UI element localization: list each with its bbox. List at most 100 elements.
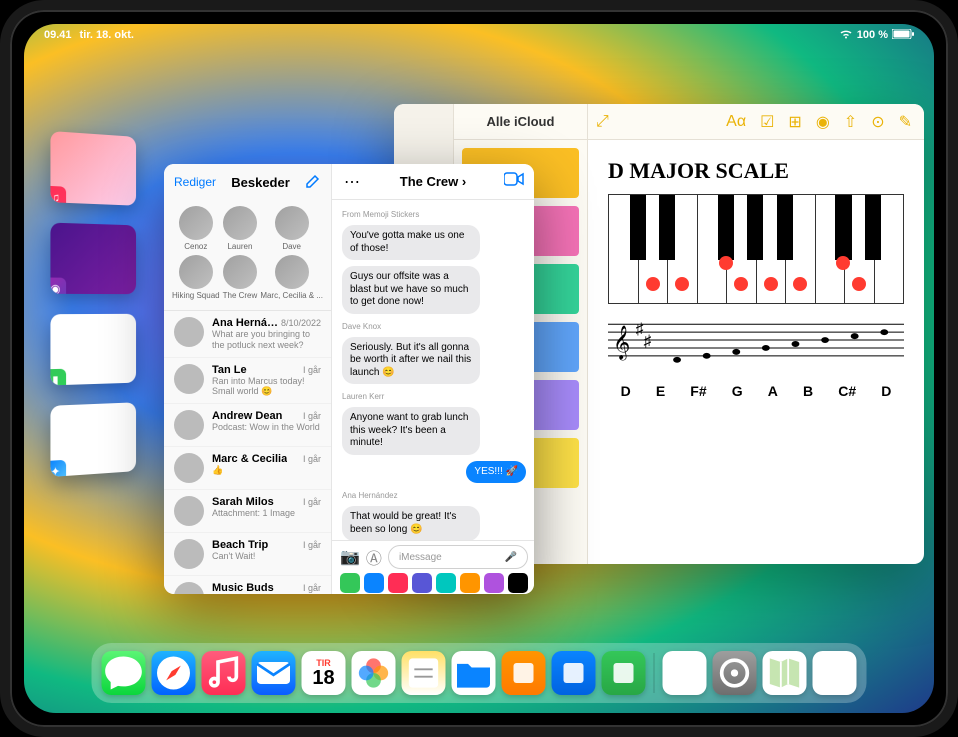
pinned-conversation[interactable]: The Crew [222,255,259,300]
pinned-conversation[interactable]: Lauren [222,206,259,251]
mic-icon[interactable]: 🎤 [505,552,517,563]
strip-app-5[interactable] [436,573,456,593]
compose-icon[interactable]: ✎ [899,112,912,132]
conversation-time: I går [303,365,321,375]
avatar [275,206,309,240]
edit-button[interactable]: Rediger [174,175,216,189]
dock-app-numbers[interactable] [602,651,646,695]
conversation-item[interactable]: Music BudsI går What concert are we goin… [164,576,331,594]
avatar [174,539,204,569]
table-icon[interactable]: ⊞ [788,112,801,132]
messages-thread: ⋯ The Crew › From Memoji Stickers You've … [332,164,534,594]
checklist-icon[interactable]: ☑ [760,112,774,132]
dock-app-beskeder[interactable] [102,651,146,695]
avatar [179,206,213,240]
music-icon: ♫ [50,186,66,206]
messages-sidebar: Rediger Beskeder CenozLaurenDaveHiking S… [164,164,332,594]
strip-app-1[interactable] [340,573,360,593]
svg-text:♯: ♯ [644,333,652,350]
music-staff: 𝄞 ♯ ♯ DEF#GABC#D [608,314,904,399]
dock-app-musik[interactable] [202,651,246,695]
dock-app-kalender[interactable]: TIR18 [302,651,346,695]
facetime-button[interactable] [504,172,524,191]
thread-dots-icon[interactable]: ⋯ [344,172,362,192]
conversation-time: I går [303,454,321,464]
conversation-preview: Ran into Marcus today! Small world 😊 [212,376,321,398]
camera-icon[interactable]: 📷 [340,547,360,567]
podcasts-icon: ◉ [50,277,66,294]
avatar [179,255,213,289]
dock: TIR18 [92,643,867,703]
dock-app-fotos[interactable] [352,651,396,695]
stage-strip-music[interactable]: ♫ [50,131,136,206]
strip-app-3[interactable] [388,573,408,593]
avatar [174,453,204,483]
strip-app-6[interactable] [460,573,480,593]
conversation-item[interactable]: Beach TripI går Can't Wait! [164,533,331,576]
message-bubble-sent[interactable]: YES!!! 🚀 [466,461,526,484]
thread-title[interactable]: The Crew › [400,174,466,189]
battery-text: 100 % [857,29,888,41]
compose-button[interactable] [305,173,321,192]
more-icon[interactable]: ⊙ [871,112,884,132]
pinned-conversation[interactable]: Dave [260,206,323,251]
camera-icon[interactable]: ◉ [816,112,830,132]
app-store-icon[interactable]: Ⓐ [366,545,382,569]
stage-strip-numbers[interactable]: ▮ [50,314,136,386]
dock-app-arkiver[interactable] [452,651,496,695]
format-icon[interactable]: Aα [726,113,746,131]
imessage-app-strip [340,573,528,593]
avatar [174,582,204,594]
message-bubble-received[interactable]: You've gotta make us one of those! [342,225,480,260]
scale-note-label: E [656,383,665,399]
conversation-preview: Attachment: 1 Image [212,508,321,519]
share-icon[interactable]: ⇧ [844,112,857,132]
strip-app-2[interactable] [364,573,384,593]
pinned-name: The Crew [222,291,259,300]
pinned-conversation[interactable]: Hiking Squad [172,255,220,300]
conversation-item[interactable]: Sarah MilosI går Attachment: 1 Image [164,490,331,533]
wifi-icon [839,29,853,42]
stage-strip-safari[interactable]: ✦ [50,402,136,477]
note-content[interactable]: ⤢ Aα ☑ ⊞ ◉ ⇧ ⊙ ✎ D MAJOR SCALE [588,104,924,564]
conversation-item[interactable]: Tan LeI går Ran into Marcus today! Small… [164,358,331,405]
conversation-name: Marc & Cecilia [212,453,287,465]
conversation-time: 8/10/2022 [281,318,321,328]
dock-app-påmindelser[interactable] [663,651,707,695]
pinned-conversation[interactable]: Marc, Cecilia & ... [260,255,323,300]
conversation-item[interactable]: Andrew DeanI går Podcast: Wow in the Wor… [164,404,331,447]
pinned-conversation[interactable]: Cenoz [172,206,220,251]
messages-window[interactable]: Rediger Beskeder CenozLaurenDaveHiking S… [164,164,534,594]
conversation-time: I går [303,583,321,593]
dock-app-noter[interactable] [402,651,446,695]
dock-app-keynote[interactable] [552,651,596,695]
message-bubble-received[interactable]: Anyone want to grab lunch this week? It'… [342,407,480,455]
notes-list-title: Alle iCloud [454,104,587,140]
expand-icon[interactable]: ⤢ [596,113,609,131]
message-sender: From Memoji Stickers [342,210,526,219]
notes-toolbar: ⤢ Aα ☑ ⊞ ◉ ⇧ ⊙ ✎ [588,104,924,140]
dock-app-freeform[interactable] [813,651,857,695]
pinned-name: Marc, Cecilia & ... [260,291,323,300]
message-bubble-received[interactable]: That would be great! It's been so long 😊 [342,506,480,540]
message-input[interactable]: iMessage 🎤 [388,545,528,569]
scale-note-label: A [768,383,778,399]
avatar [174,317,204,347]
dock-app-safari[interactable] [152,651,196,695]
conversation-item[interactable]: Ana Hernández8/10/2022 What are you brin… [164,311,331,358]
conversation-item[interactable]: Marc & CeciliaI går 👍 [164,447,331,490]
strip-app-7[interactable] [484,573,504,593]
dock-app-mail[interactable] [252,651,296,695]
dock-app-indstillinger[interactable] [713,651,757,695]
conversation-name: Music Buds [212,582,274,594]
strip-app-4[interactable] [412,573,432,593]
strip-app-8[interactable] [508,573,528,593]
message-bubble-received[interactable]: Guys our offsite was a blast but we have… [342,266,480,314]
stage-strip-podcasts[interactable]: ◉ [50,223,136,295]
dock-app-pages[interactable] [502,651,546,695]
conversation-name: Beach Trip [212,539,268,551]
dock-app-kort[interactable] [763,651,807,695]
avatar [275,255,309,289]
message-bubble-received[interactable]: Seriously. But it's all gonna be worth i… [342,337,480,385]
pinned-name: Dave [260,242,323,251]
